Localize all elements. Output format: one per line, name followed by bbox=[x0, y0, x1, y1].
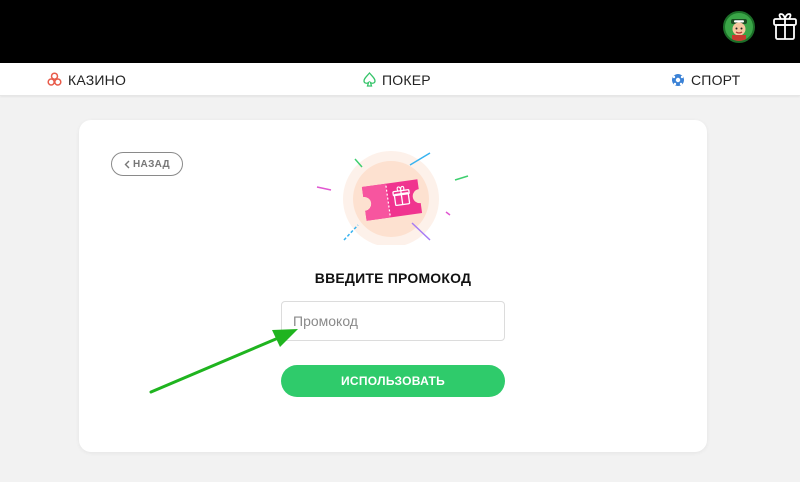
nav-item-casino[interactable]: КАЗИНО bbox=[47, 63, 126, 96]
nav-item-label: ПОКЕР bbox=[382, 71, 431, 88]
nav-item-label: СПОРТ bbox=[691, 71, 741, 88]
promo-ticket-illustration bbox=[316, 151, 469, 245]
nav-item-poker[interactable]: ПОКЕР bbox=[363, 63, 431, 96]
use-promo-button[interactable]: ИСПОЛЬЗОВАТЬ bbox=[281, 365, 505, 397]
soccer-ball-icon bbox=[672, 73, 684, 86]
spade-icon bbox=[363, 72, 376, 87]
user-avatar-icon[interactable] bbox=[723, 11, 755, 43]
back-button[interactable]: НАЗАД bbox=[111, 152, 183, 176]
casino-icon bbox=[47, 72, 62, 86]
nav-item-label: КАЗИНО bbox=[68, 71, 127, 88]
gift-icon[interactable] bbox=[772, 12, 798, 42]
back-button-label: НАЗАД bbox=[133, 158, 170, 170]
promo-code-input[interactable] bbox=[281, 301, 505, 341]
main-nav: КАЗИНО ПОКЕР СПОРТ bbox=[0, 63, 800, 96]
nav-item-sport[interactable]: СПОРТ bbox=[671, 63, 740, 96]
promo-title: ВВЕДИТЕ ПРОМОКОД bbox=[314, 270, 472, 286]
top-bar bbox=[0, 0, 800, 63]
chevron-left-icon bbox=[124, 160, 130, 168]
